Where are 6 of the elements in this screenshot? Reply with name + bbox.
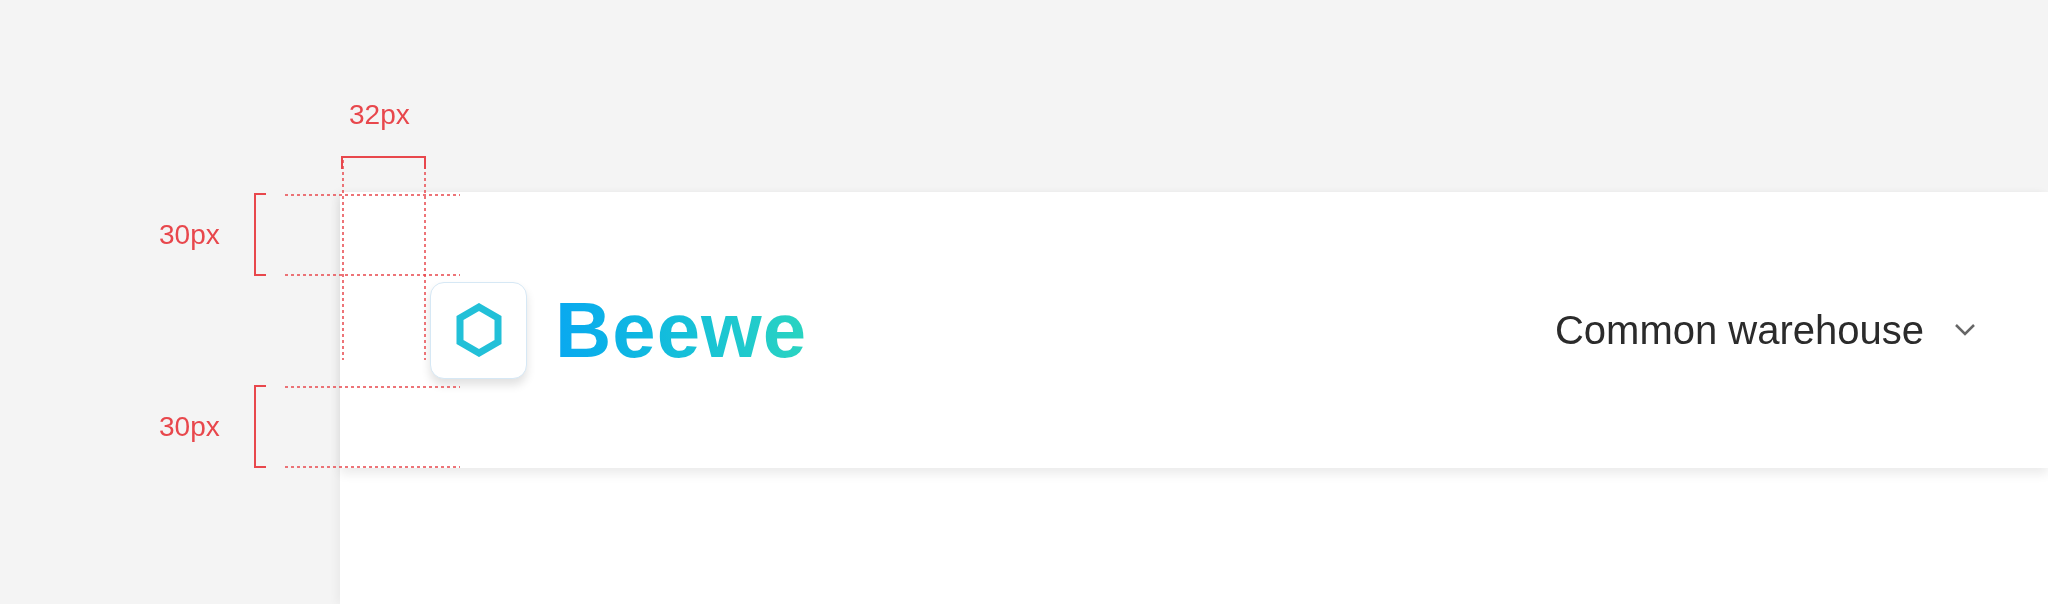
dimension-label: 32px <box>349 101 410 129</box>
hexagon-icon <box>454 303 503 357</box>
dimension-label: 30px <box>159 413 220 441</box>
dimension-label: 30px <box>159 221 220 249</box>
chevron-down-icon <box>1954 323 1976 337</box>
warehouse-dropdown[interactable]: Common warehouse <box>1554 300 1976 360</box>
